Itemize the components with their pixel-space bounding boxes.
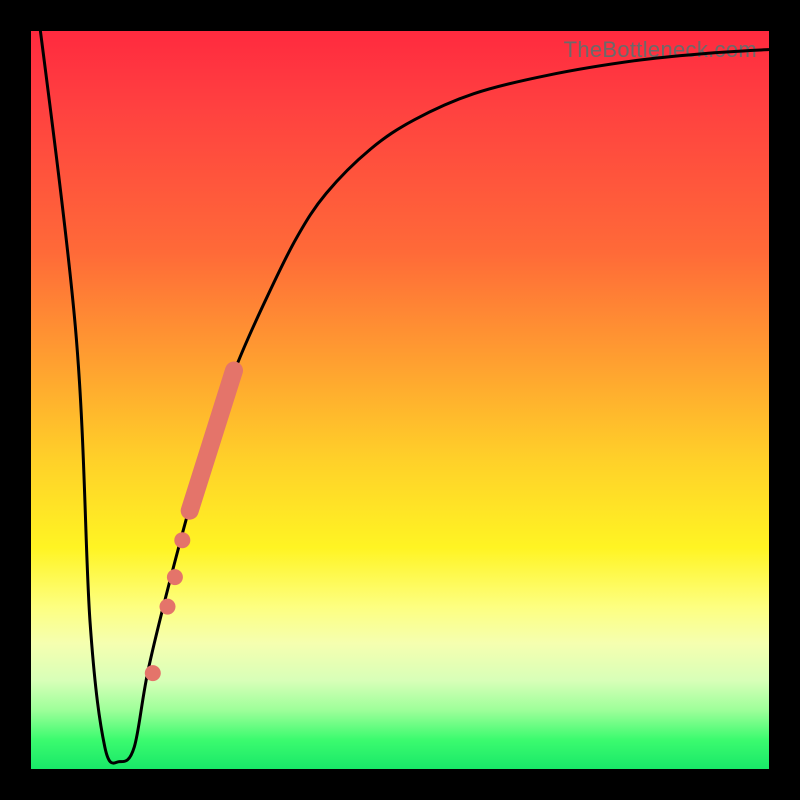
marker-dot — [174, 532, 190, 548]
plot-area: TheBottleneck.com — [31, 31, 769, 769]
chart-svg — [31, 31, 769, 769]
highlight-markers — [145, 371, 234, 682]
chart-frame: TheBottleneck.com — [0, 0, 800, 800]
bottleneck-curve — [31, 0, 769, 763]
marker-dot — [167, 569, 183, 585]
marker-dot — [145, 665, 161, 681]
marker-bar — [190, 371, 234, 511]
marker-dot — [160, 599, 176, 615]
